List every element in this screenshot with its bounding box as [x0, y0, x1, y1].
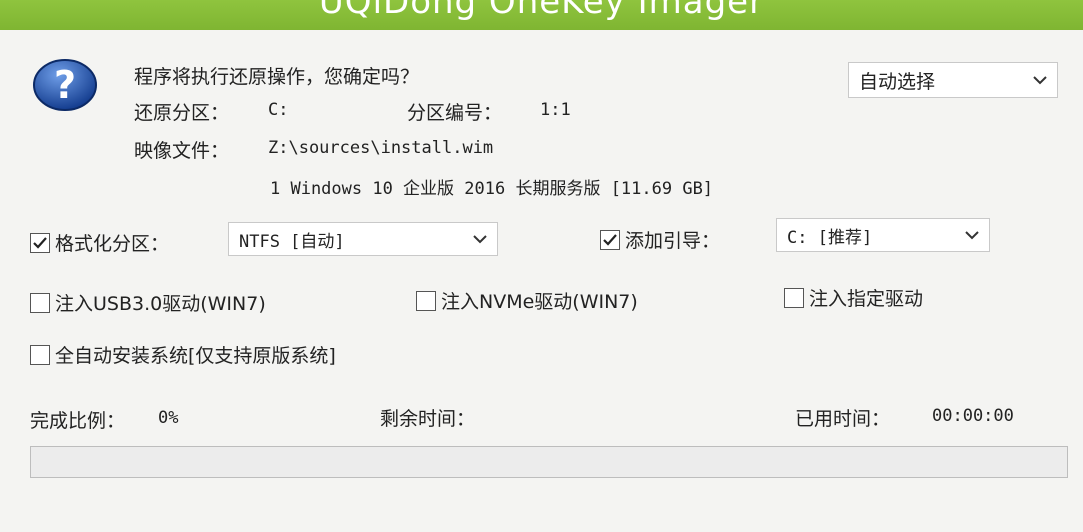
chevron-down-icon — [463, 223, 497, 255]
boot-target-dropdown[interactable]: C: [推荐] — [776, 218, 990, 252]
auto-select-dropdown[interactable]: 自动选择 — [848, 62, 1058, 98]
inject-custom-driver-option[interactable]: 注入指定驱动 — [784, 284, 923, 311]
remaining-time-label: 剩余时间： — [380, 408, 476, 430]
question-icon: ? — [32, 58, 98, 112]
inject-nvme-label: 注入NVMe驱动(WIN7) — [441, 291, 638, 313]
format-partition-option[interactable]: 格式化分区： — [30, 229, 169, 256]
auto-install-label: 全自动安装系统[仅支持原版系统] — [55, 345, 336, 367]
chevron-down-icon — [1023, 63, 1057, 97]
image-detail: 1 Windows 10 企业版 2016 长期服务版 [11.69 GB] — [270, 179, 714, 199]
inject-custom-driver-checkbox[interactable] — [784, 287, 804, 308]
restore-partition-value: C: — [268, 100, 289, 120]
format-partition-checkbox[interactable] — [30, 232, 50, 253]
auto-select-value: 自动选择 — [859, 70, 936, 93]
completion-label: 完成比例： — [30, 410, 126, 432]
progress-bar — [30, 446, 1068, 478]
title-bar: UQiDong OneKey Imager — [0, 0, 1083, 30]
partition-number-label: 分区编号： — [407, 102, 503, 124]
svg-text:?: ? — [54, 63, 76, 107]
filesystem-value: NTFS [自动] — [239, 231, 345, 252]
image-file-path: Z:\sources\install.wim — [268, 138, 494, 158]
confirm-question: 程序将执行还原操作，您确定吗？ — [134, 66, 420, 88]
chevron-down-icon — [955, 219, 989, 251]
inject-usb3-label: 注入USB3.0驱动(WIN7) — [55, 293, 266, 315]
restore-partition-label: 还原分区： — [134, 102, 230, 124]
format-partition-label: 格式化分区： — [55, 233, 170, 255]
elapsed-time-label: 已用时间： — [795, 408, 891, 430]
inject-nvme-option[interactable]: 注入NVMe驱动(WIN7) — [416, 287, 638, 314]
add-boot-option[interactable]: 添加引导： — [600, 226, 720, 253]
image-file-label: 映像文件： — [134, 140, 230, 162]
auto-install-option[interactable]: 全自动安装系统[仅支持原版系统] — [30, 341, 336, 368]
window-title: UQiDong OneKey Imager — [318, 0, 765, 22]
elapsed-time-value: 00:00:00 — [932, 406, 1014, 426]
completion-value: 0% — [158, 408, 179, 428]
auto-install-checkbox[interactable] — [30, 344, 50, 365]
inject-custom-driver-label: 注入指定驱动 — [809, 288, 924, 310]
add-boot-label: 添加引导： — [625, 230, 721, 252]
inject-usb3-option[interactable]: 注入USB3.0驱动(WIN7) — [30, 289, 266, 316]
add-boot-checkbox[interactable] — [600, 229, 620, 250]
partition-number-value: 1:1 — [540, 100, 571, 120]
inject-nvme-checkbox[interactable] — [416, 290, 436, 311]
inject-usb3-checkbox[interactable] — [30, 292, 50, 313]
filesystem-dropdown[interactable]: NTFS [自动] — [228, 222, 498, 256]
boot-target-value: C: [推荐] — [787, 227, 873, 248]
